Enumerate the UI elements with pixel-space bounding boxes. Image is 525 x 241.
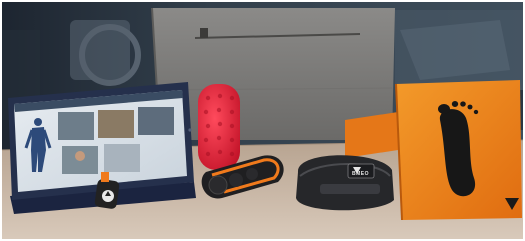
photo-scene bbox=[0, 0, 525, 241]
red-foam-roller bbox=[198, 84, 240, 170]
black-strap bbox=[296, 155, 394, 211]
product-photo: BMEO bbox=[0, 0, 525, 241]
strap-brand-label: BMEO bbox=[352, 171, 369, 177]
